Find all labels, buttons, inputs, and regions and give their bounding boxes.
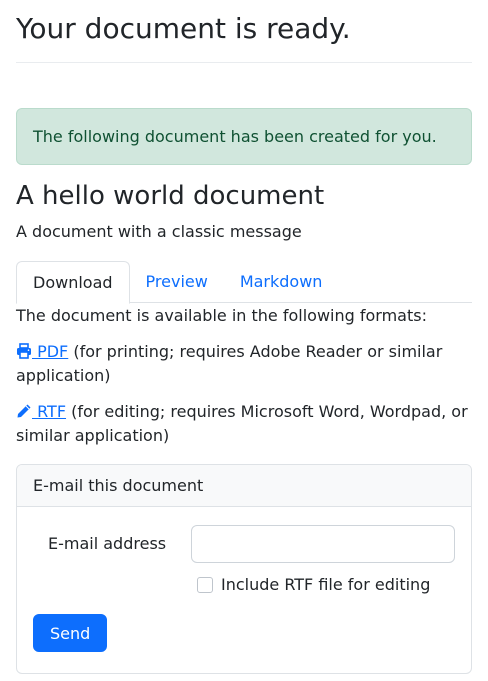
send-button[interactable]: Send <box>33 614 108 653</box>
email-card: E-mail this document E-mail address Incl… <box>16 464 472 675</box>
rtf-description: (for editing; requires Microsoft Word, W… <box>16 402 468 446</box>
email-card-title: E-mail this document <box>33 475 204 495</box>
tab-download[interactable]: Download <box>16 261 130 305</box>
alert-message: The following document has been created … <box>33 126 437 146</box>
email-label: E-mail address <box>48 534 167 554</box>
include-rtf-label[interactable]: Include RTF file for editing <box>221 573 430 597</box>
include-rtf-checkbox[interactable] <box>197 577 213 594</box>
printer-icon <box>17 343 31 359</box>
formats-intro: The document is available in the followi… <box>16 306 427 326</box>
pencil-icon <box>17 404 31 418</box>
success-alert: The following document has been created … <box>16 108 472 165</box>
rtf-link[interactable]: RTF <box>16 402 66 421</box>
pdf-link-label: PDF <box>32 342 69 362</box>
format-rtf: RTF (for editing; requires Microsoft Wor… <box>16 400 472 448</box>
page: Your document is ready. The following do… <box>0 0 488 675</box>
email-input[interactable] <box>191 525 455 564</box>
document-title: A hello world document <box>16 181 325 211</box>
rtf-link-label: RTF <box>32 402 67 422</box>
tab-preview[interactable]: Preview <box>130 261 224 303</box>
email-card-header: E-mail this document <box>17 465 471 508</box>
rtf-checkbox-row: Include RTF file for editing <box>197 573 455 597</box>
tab-bar: Download Preview Markdown <box>16 261 472 305</box>
pdf-link[interactable]: PDF <box>16 342 68 361</box>
document-description: A document with a classic message <box>16 222 302 242</box>
page-title: Your document is ready. <box>16 0 472 63</box>
pdf-description: (for printing; requires Adobe Reader or … <box>16 342 443 386</box>
email-row: E-mail address <box>33 525 455 564</box>
format-pdf: PDF (for printing; requires Adobe Reader… <box>16 340 472 388</box>
email-card-body: E-mail address Include RTF file for edit… <box>17 525 471 653</box>
tab-markdown[interactable]: Markdown <box>224 261 339 303</box>
